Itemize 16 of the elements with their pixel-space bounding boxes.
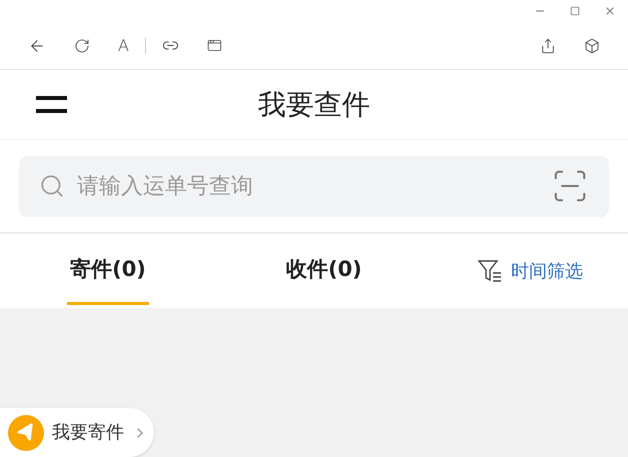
window-icon[interactable] [206,38,222,53]
search-icon [39,173,65,199]
search-bar[interactable]: 请输入运单号查询 [19,156,609,216]
cube-icon[interactable] [584,38,600,54]
close-icon[interactable] [604,5,616,17]
time-filter-button[interactable]: 时间筛选 [432,234,628,308]
tab[interactable]: 收件(0) [216,234,432,308]
refresh-icon[interactable] [74,38,90,54]
send-icon [8,414,44,450]
share-icon[interactable] [540,38,556,54]
font-button[interactable]: A [118,38,129,54]
maximize-icon[interactable] [570,6,580,16]
menu-icon[interactable] [36,96,67,114]
page-title: 我要查件 [258,86,370,122]
send-parcel-button[interactable]: 我要寄件 [0,408,154,457]
filter-icon [477,258,503,284]
